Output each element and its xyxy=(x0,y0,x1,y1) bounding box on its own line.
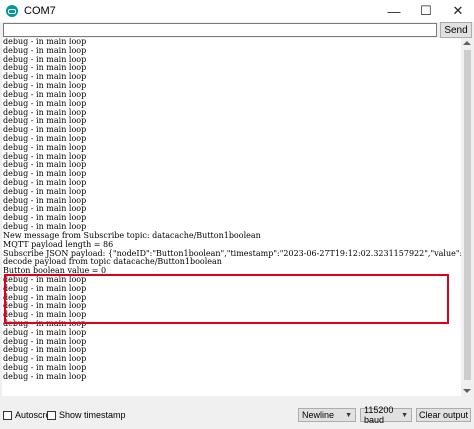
line-ending-value: Newline xyxy=(302,410,335,420)
clear-output-button[interactable]: Clear output xyxy=(416,408,471,422)
line-ending-select[interactable]: Newline ▼ xyxy=(298,408,356,422)
window-title: COM7 xyxy=(24,5,56,17)
output-lines: debug - in main loop debug - in main loop… xyxy=(2,38,461,382)
baud-select[interactable]: 115200 baud ▼ xyxy=(360,405,412,425)
scroll-up-icon[interactable] xyxy=(463,41,471,45)
send-input[interactable] xyxy=(3,23,437,37)
highlight-box xyxy=(4,274,449,324)
bottom-bar: Autoscroll Show timestamp Newline ▼ 1152… xyxy=(0,396,474,429)
title-bar: COM7 — ☐ ✕ xyxy=(0,0,474,22)
arduino-icon xyxy=(6,5,18,17)
scroll-thumb[interactable] xyxy=(464,50,471,380)
send-row: Send xyxy=(0,22,474,38)
scroll-down-icon[interactable] xyxy=(463,389,471,393)
serial-output[interactable]: debug - in main loop debug - in main loop… xyxy=(2,38,461,396)
chevron-down-icon: ▼ xyxy=(401,411,408,419)
show-timestamp-label: Show timestamp xyxy=(59,410,126,420)
send-button[interactable]: Send xyxy=(440,22,472,38)
maximize-button[interactable]: ☐ xyxy=(410,0,442,22)
baud-value: 115200 baud xyxy=(364,405,394,425)
close-button[interactable]: ✕ xyxy=(442,0,474,22)
show-timestamp-checkbox[interactable]: Show timestamp xyxy=(47,410,126,420)
window-controls: — ☐ ✕ xyxy=(378,0,474,22)
checkbox-icon[interactable] xyxy=(3,410,12,420)
vertical-scrollbar[interactable] xyxy=(461,38,474,396)
checkbox-icon[interactable] xyxy=(47,410,56,420)
chevron-down-icon: ▼ xyxy=(345,411,352,419)
minimize-button[interactable]: — xyxy=(378,0,410,22)
output-line: debug - in main loop xyxy=(3,371,87,381)
